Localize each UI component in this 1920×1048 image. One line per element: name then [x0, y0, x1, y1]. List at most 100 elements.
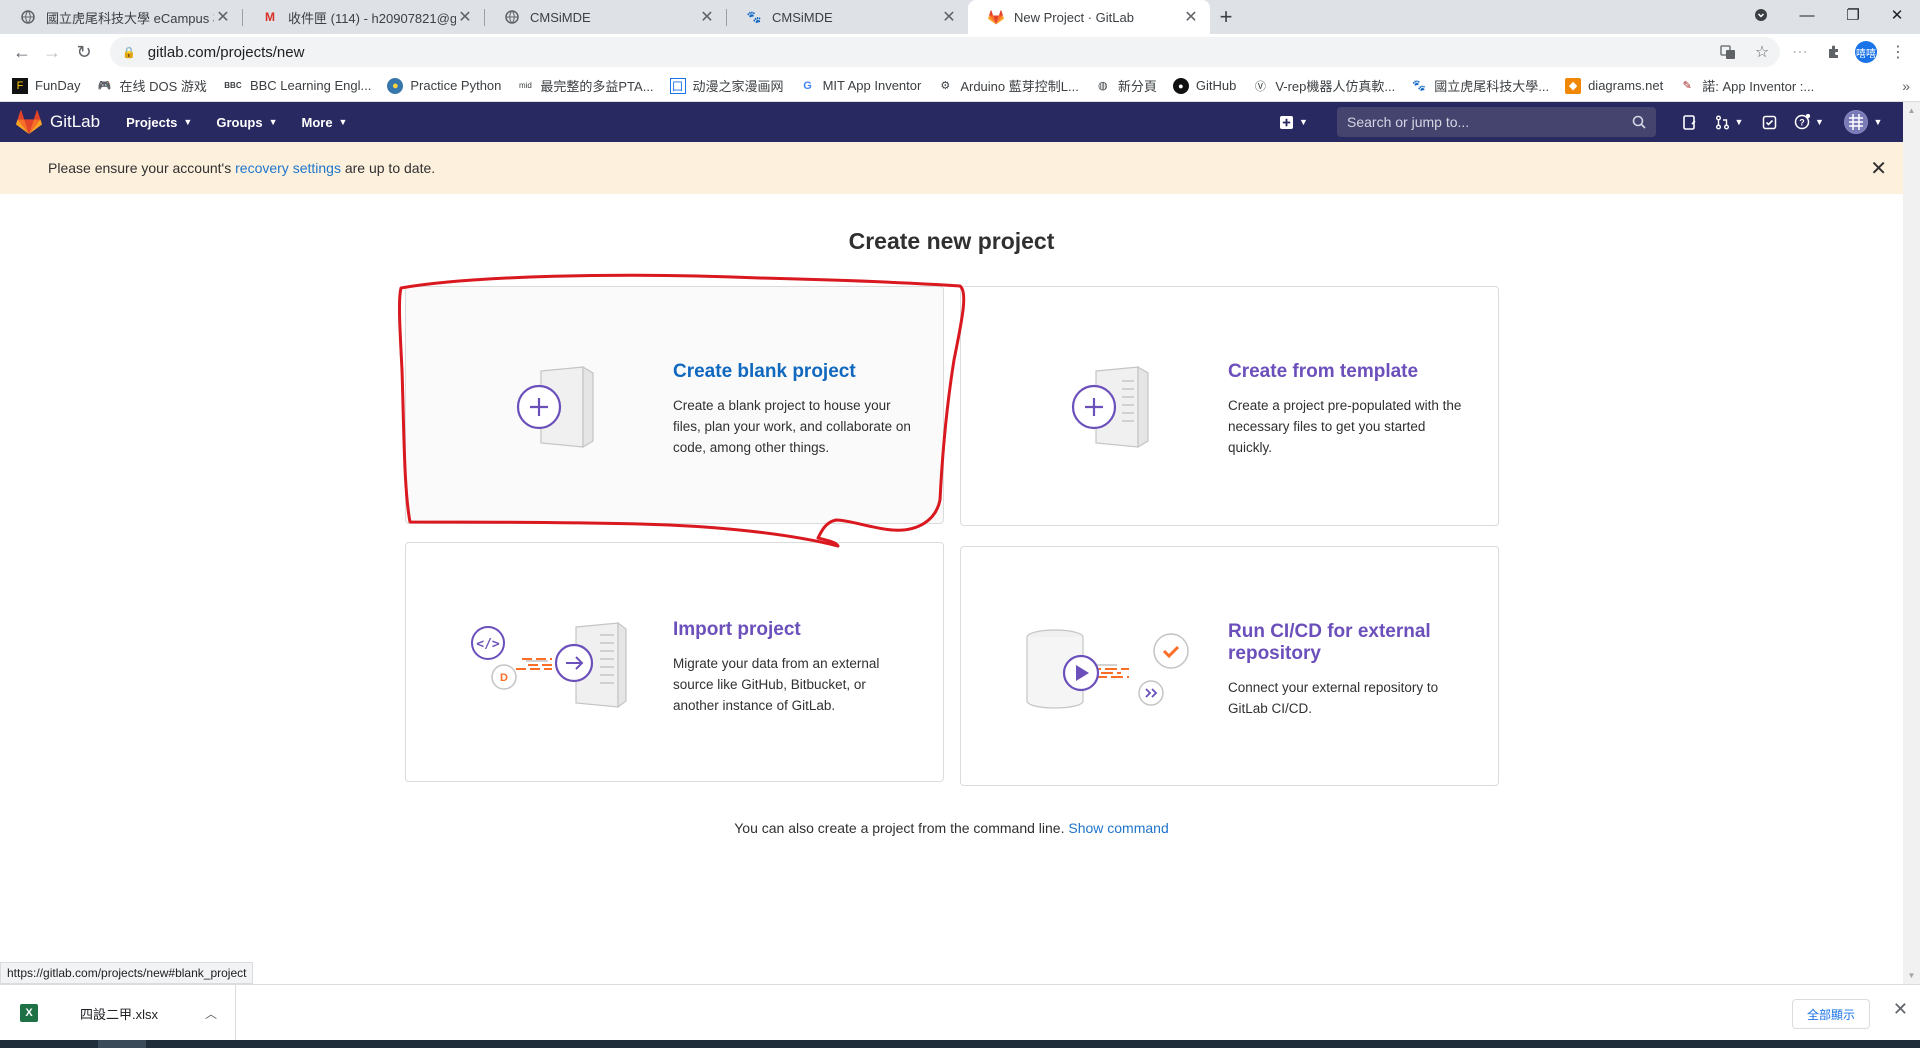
svg-text:D: D — [500, 672, 508, 684]
python-icon: ● — [387, 77, 404, 94]
create-blank-project-card[interactable]: Create blank project Create a blank proj… — [405, 286, 944, 524]
close-icon[interactable]: ✕ — [456, 7, 474, 27]
browser-tab-active[interactable]: New Project · GitLab ✕ — [968, 0, 1210, 34]
bookmark-label: BBC Learning Engl... — [249, 78, 372, 93]
recovery-settings-link[interactable]: recovery settings — [235, 160, 341, 176]
browser-tab[interactable]: 國立虎尾科技大學 eCampus 材料 ✕ — [0, 0, 242, 34]
browser-tab[interactable]: 🐾 CMSiMDE ✕ — [726, 0, 968, 34]
bookmark-item[interactable]: ✎ 諾: App Inventor :... — [1679, 76, 1815, 95]
bookmark-item[interactable]: mid 最完整的多益PTA... — [517, 76, 654, 95]
star-icon[interactable]: ☆ — [1748, 38, 1776, 66]
recovery-settings-alert: Please ensure your account's recovery se… — [0, 142, 1903, 194]
bookmark-label: 新分頁 — [1117, 79, 1157, 94]
os-taskbar — [0, 1040, 1920, 1048]
alert-text: Please ensure your account's — [48, 160, 236, 176]
window-close-button[interactable]: ✕ — [1874, 0, 1920, 30]
close-icon[interactable]: ✕ — [698, 7, 716, 27]
issues-icon[interactable] — [1675, 108, 1703, 136]
gitlab-header-actions: ▼ Search or jump to... ▼ ? ▼ ▼ — [1271, 102, 1903, 142]
hint-text: You can also create a project from the c… — [734, 820, 1069, 836]
nav-groups-dropdown[interactable]: Groups ▼ — [216, 115, 277, 130]
bookmark-item[interactable]: 🐾 國立虎尾科技大學... — [1411, 76, 1549, 95]
import-project-card[interactable]: </> D Import project Migrate your data f… — [405, 542, 944, 782]
back-icon[interactable]: ← — [8, 38, 36, 66]
bookmark-label: V-rep機器人仿真軟... — [1275, 79, 1396, 94]
show-all-downloads-button[interactable]: 全部顯示 — [1791, 999, 1870, 1029]
download-filename: 四設二甲.xlsx — [80, 1006, 159, 1022]
restore-button[interactable]: ❐ — [1830, 0, 1876, 30]
bookmark-item[interactable]: 囗动漫之家漫画网 — [669, 76, 784, 95]
bookmark-item[interactable]: F FunDay — [12, 77, 81, 94]
bookmark-label: diagrams.net — [1588, 78, 1664, 93]
new-item-dropdown[interactable]: ▼ — [1274, 108, 1314, 136]
extension-icon[interactable]: ⋯ — [1786, 38, 1814, 66]
card-description: Connect your external repository to GitL… — [1228, 680, 1439, 716]
search-input[interactable]: Search or jump to... — [1337, 107, 1656, 137]
alert-text: are up to date. — [340, 160, 436, 176]
funday-icon: F — [12, 77, 28, 94]
user-menu[interactable]: ▼ — [1835, 108, 1883, 136]
help-icon[interactable]: ? ▼ — [1789, 108, 1829, 136]
chevron-down-icon: ▼ — [268, 117, 278, 127]
url-text: gitlab.com/projects/new — [147, 43, 305, 61]
bookmark-item[interactable]: 🎮 在线 DOS 游戏 — [97, 76, 207, 95]
gitlab-top-nav: Projects ▼ Groups ▼ More ▼ — [126, 115, 371, 130]
browser-tab[interactable]: M 收件匣 (114) - h20907821@gm ✕ — [242, 0, 484, 34]
bookmarks-bar: F FunDay 🎮 在线 DOS 游戏 BBC BBC Learning Engl.… — [0, 70, 1920, 102]
merge-requests-icon[interactable]: ▼ — [1709, 108, 1749, 136]
bookmark-item[interactable]: ◍ 新分頁 — [1095, 76, 1157, 95]
address-bar[interactable]: 🔒 gitlab.com/projects/new — [110, 37, 1780, 67]
scroll-up-icon[interactable]: ▲ — [1903, 102, 1920, 119]
browser-tab[interactable]: CMSiMDE ✕ — [484, 0, 726, 34]
profile-avatar[interactable]: 嘻嘻 — [1855, 41, 1877, 63]
bookmark-item[interactable]: ◆ diagrams.net — [1565, 77, 1664, 94]
nav-more-dropdown[interactable]: More ▼ — [301, 115, 347, 130]
tab-title: CMSiMDE — [530, 9, 591, 25]
bookmark-item[interactable]: ● Practice Python — [387, 77, 501, 94]
show-command-link[interactable]: Show command — [1068, 820, 1168, 836]
template-illustration — [1071, 365, 1149, 449]
bookmark-item[interactable]: BBC BBC Learning Engl... — [223, 78, 371, 94]
bookmark-item[interactable]: Ⓥ V-rep機器人仿真軟... — [1252, 76, 1395, 95]
gitlab-logo-icon — [16, 109, 42, 134]
import-illustration: </> D — [471, 621, 627, 709]
todos-icon[interactable] — [1755, 108, 1783, 136]
chevron-down-icon: ▼ — [183, 117, 193, 127]
plus-square-icon — [1280, 115, 1294, 129]
reload-icon[interactable]: ↻ — [70, 38, 98, 66]
chevron-right-icon[interactable]: » — [1902, 78, 1910, 94]
translate-icon[interactable] — [1714, 38, 1742, 66]
excel-file-icon: X — [20, 1004, 38, 1022]
taskbar-item[interactable] — [98, 1040, 146, 1048]
chevron-down-icon: ▼ — [1734, 117, 1744, 127]
scroll-down-icon[interactable]: ▼ — [1903, 967, 1920, 984]
browser-toolbar: ← → ↻ 🔒 gitlab.com/projects/new ☆ ⋯ 嘻嘻 ⋮ — [0, 34, 1920, 70]
bookmark-item[interactable]: ● GitHub — [1172, 77, 1237, 94]
chevron-down-icon: ▼ — [1815, 117, 1824, 127]
close-icon[interactable]: ✕ — [1182, 7, 1200, 27]
kebab-menu-icon[interactable]: ⋮ — [1884, 38, 1912, 66]
tab-search-icon[interactable] — [1738, 0, 1784, 30]
forward-icon[interactable]: → — [38, 38, 66, 66]
download-item[interactable]: X 四設二甲.xlsx ︿ — [0, 985, 236, 1041]
close-icon[interactable]: ✕ — [214, 7, 232, 27]
puzzle-icon[interactable] — [1820, 38, 1848, 66]
close-icon[interactable]: ✕ — [1870, 156, 1887, 181]
create-from-template-card[interactable]: Create from template Create a project pr… — [960, 286, 1499, 526]
run-cicd-external-card[interactable]: Run CI/CD for external repository Connec… — [960, 546, 1499, 786]
gitlab-home-link[interactable]: GitLab — [16, 109, 100, 135]
new-tab-button[interactable]: + — [1214, 0, 1238, 34]
globe-icon — [20, 9, 36, 25]
bookmark-label: Arduino 藍芽控制L... — [960, 79, 1079, 94]
vertical-scrollbar[interactable]: ▲ ▼ — [1903, 102, 1920, 984]
bookmark-label: GitHub — [1195, 78, 1237, 93]
nav-projects-dropdown[interactable]: Projects ▼ — [126, 115, 192, 130]
close-icon[interactable]: ✕ — [940, 7, 958, 27]
comic-icon: 囗 — [669, 77, 686, 94]
minimize-button[interactable]: — — [1784, 0, 1830, 30]
chevron-up-icon[interactable]: ︿ — [205, 1005, 217, 1022]
bookmark-item[interactable]: ⚙ Arduino 藍芽控制L... — [937, 76, 1079, 95]
close-icon[interactable]: ✕ — [1893, 999, 1908, 1020]
globe-icon — [504, 9, 520, 25]
bookmark-item[interactable]: G MIT App Inventor — [800, 78, 921, 94]
